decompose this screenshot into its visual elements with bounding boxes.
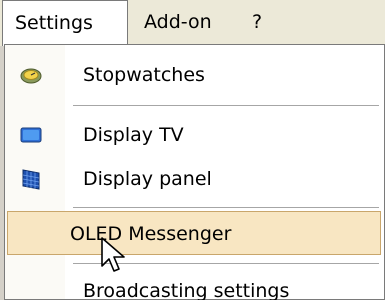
menu-item-label: Stopwatches [83, 64, 205, 86]
menu-item-label: OLED Messenger [70, 223, 232, 245]
menu-item-label: Display TV [83, 124, 184, 146]
mouse-cursor-icon [101, 237, 125, 272]
menu-help[interactable]: ? [240, 0, 280, 44]
menu-separator [73, 105, 379, 106]
menu-separator [73, 207, 379, 208]
menu-item-oled-messenger[interactable]: OLED Messenger [7, 211, 381, 255]
menu-add-on[interactable]: Add-on [132, 0, 232, 44]
menu-item-broadcasting-settings[interactable]: Broadcasting settings [5, 269, 384, 300]
led-panel-icon [19, 167, 43, 191]
monitor-icon [19, 123, 43, 147]
menu-settings[interactable]: Settings [2, 0, 128, 46]
menu-item-label: Display panel [83, 168, 212, 190]
menu-item-stopwatches[interactable]: Stopwatches [5, 53, 384, 97]
settings-dropdown: Stopwatches Display TV Display panel OLE… [4, 44, 385, 300]
menu-item-display-tv[interactable]: Display TV [5, 113, 384, 157]
menu-item-display-panel[interactable]: Display panel [5, 157, 384, 201]
menubar: Settings Add-on ? [0, 0, 385, 46]
screen: Settings Add-on ? Stopwatches Display TV… [0, 0, 385, 300]
stopwatch-icon [19, 63, 43, 87]
